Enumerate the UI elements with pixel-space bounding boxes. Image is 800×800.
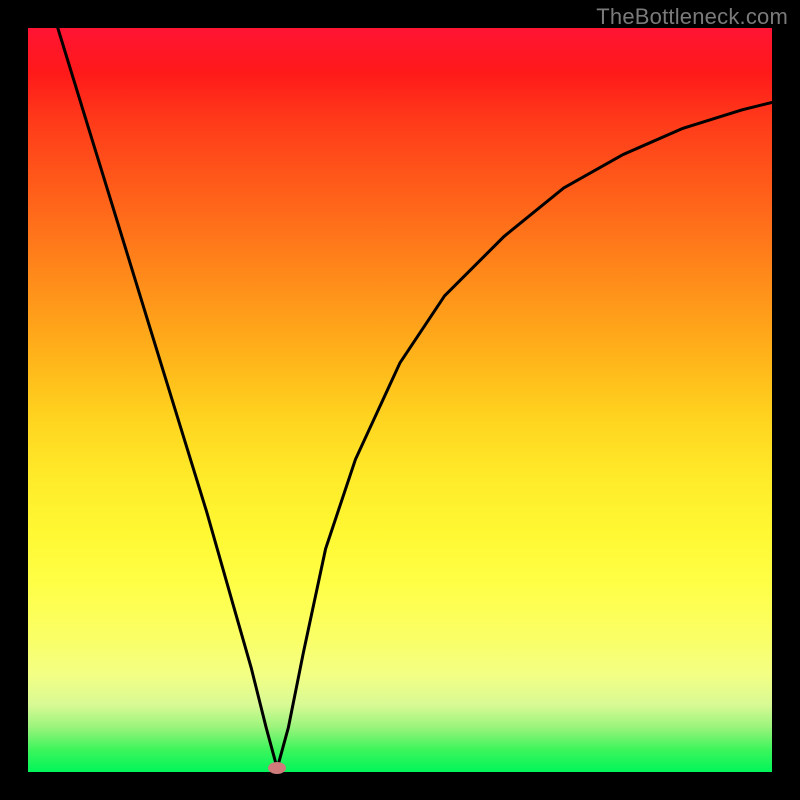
watermark-text: TheBottleneck.com: [596, 4, 788, 30]
chart-container: TheBottleneck.com: [0, 0, 800, 800]
minimum-marker: [268, 762, 286, 774]
bottleneck-curve: [28, 28, 772, 772]
plot-area: [28, 28, 772, 772]
